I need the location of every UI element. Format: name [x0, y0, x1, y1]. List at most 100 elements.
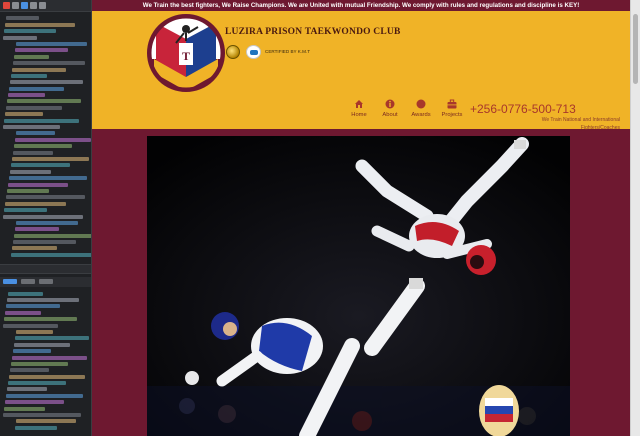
- award-icon: [416, 99, 426, 109]
- devtools-code-line: [8, 182, 68, 187]
- club-name: LUZIRA PRISON TAEKWONDO CLUB: [225, 27, 401, 37]
- svg-text:T: T: [182, 49, 190, 63]
- devtools-code-line: [4, 118, 79, 123]
- devtools-code-line: [7, 99, 81, 104]
- devtools-code-line: [10, 169, 51, 174]
- devtools-code-line: [15, 425, 57, 430]
- devtools-more-button[interactable]: [39, 2, 46, 9]
- nav-projects[interactable]: Projects: [441, 99, 463, 118]
- devtools-code-line: [13, 150, 53, 155]
- devtools-layout-tab[interactable]: [39, 279, 53, 285]
- devtools-code-line: [6, 195, 85, 200]
- website-page: We Train the best fighters, We Raise Cha…: [92, 0, 630, 436]
- devtools-code-line: [3, 413, 81, 418]
- devtools-code-line: [9, 374, 85, 379]
- devtools-code-line: [5, 112, 43, 117]
- devtools-styles-tab[interactable]: [3, 279, 17, 285]
- devtools-code-line: [11, 163, 70, 168]
- devtools-code-line: [6, 304, 60, 309]
- devtools-code-line: [13, 349, 51, 354]
- devtools-code-line: [4, 29, 56, 34]
- devtools-styles-pane[interactable]: [0, 287, 91, 434]
- devtools-code-line: [10, 368, 49, 373]
- devtools-code-line: [3, 214, 83, 219]
- devtools-code-line: [7, 298, 79, 303]
- nav-awards-label: Awards: [411, 112, 431, 118]
- devtools-code-line: [16, 41, 87, 46]
- main-nav: Home About Awards Projects: [348, 99, 463, 118]
- devtools-code-line: [9, 176, 87, 181]
- devtools-code-line: [12, 156, 89, 161]
- devtools-code-line: [6, 105, 62, 110]
- devtools-code-line: [14, 144, 72, 149]
- phone-number[interactable]: +256-0776-500-713: [470, 102, 576, 116]
- devtools-code-line: [5, 400, 64, 405]
- devtools-code-line: [5, 22, 75, 27]
- devtools-code-line: [13, 61, 85, 66]
- devtools-code-line: [10, 80, 83, 85]
- devtools-code-line: [16, 419, 76, 424]
- devtools-code-line: [12, 67, 66, 72]
- devtools-code-line: [7, 387, 47, 392]
- devtools-code-line: [16, 220, 78, 225]
- devtools-code-line: [12, 355, 87, 360]
- devtools-styles-tabs[interactable]: [0, 277, 91, 288]
- devtools-console-tab[interactable]: [30, 2, 37, 9]
- devtools-code-line: [4, 317, 77, 322]
- devtools-toolbar: [0, 0, 91, 12]
- nav-home[interactable]: Home: [348, 99, 370, 118]
- devtools-code-line: [6, 16, 39, 21]
- devtools-close-button[interactable]: [3, 2, 10, 9]
- devtools-code-line: [6, 393, 83, 398]
- nav-home-label: Home: [351, 112, 367, 118]
- hero-image: [147, 136, 570, 436]
- site-header: T LUZIRA PRISON TAEKWONDO CLUB CERTIFIED…: [92, 11, 630, 131]
- devtools-code-line: [13, 240, 76, 245]
- devtools-code-line: [15, 336, 89, 341]
- devtools-code-line: [11, 361, 68, 366]
- home-icon: [355, 100, 363, 108]
- nav-about-label: About: [382, 112, 398, 118]
- nav-projects-label: Projects: [441, 112, 463, 118]
- devtools-code-line: [14, 54, 49, 59]
- devtools-code-line: [14, 233, 91, 238]
- devtools-code-line: [4, 406, 45, 411]
- vertical-scrollbar[interactable]: [630, 0, 640, 436]
- taekwondo-fighters-photo: [147, 136, 570, 436]
- gold-medal-badge-icon: [226, 45, 240, 59]
- devtools-code-line: [15, 48, 68, 53]
- devtools-panel: [0, 0, 92, 436]
- briefcase-icon: [447, 99, 457, 109]
- nav-about[interactable]: About: [379, 99, 401, 118]
- announcement-text: We Train the best fighters, We Raise Cha…: [142, 2, 580, 9]
- club-crest-logo[interactable]: T: [146, 13, 226, 93]
- devtools-code-line: [3, 35, 37, 40]
- devtools-code-line: [5, 310, 41, 315]
- devtools-code-line: [3, 125, 60, 130]
- devtools-code-line: [12, 246, 57, 251]
- top-announcement-bar: We Train the best fighters, We Raise Cha…: [92, 0, 630, 11]
- devtools-inspect-button[interactable]: [12, 2, 19, 9]
- devtools-code-line: [5, 201, 66, 206]
- devtools-code-line: [14, 342, 70, 347]
- flag-badge-icon: [479, 385, 519, 436]
- devtools-dom-tree[interactable]: [0, 12, 91, 261]
- devtools-code-line: [3, 323, 58, 328]
- devtools-elements-tab[interactable]: [21, 2, 28, 9]
- devtools-code-line: [7, 188, 49, 193]
- devtools-computed-tab[interactable]: [21, 279, 35, 285]
- certified-label: CERTIFIED BY K.M.T: [265, 49, 311, 54]
- devtools-code-line: [8, 381, 66, 386]
- devtools-code-line: [11, 252, 91, 257]
- tagline: We Train National and International Figh…: [541, 117, 620, 131]
- devtools-code-line: [8, 291, 43, 296]
- devtools-breadcrumb[interactable]: [0, 264, 91, 275]
- scrollbar-thumb[interactable]: [633, 14, 638, 84]
- devtools-code-line: [15, 227, 59, 232]
- certification-badge-icon: [246, 45, 261, 59]
- devtools-code-line: [8, 93, 45, 98]
- devtools-code-line: [9, 86, 64, 91]
- nav-awards[interactable]: Awards: [410, 99, 432, 118]
- devtools-code-line: [16, 329, 53, 334]
- info-icon: [385, 99, 395, 109]
